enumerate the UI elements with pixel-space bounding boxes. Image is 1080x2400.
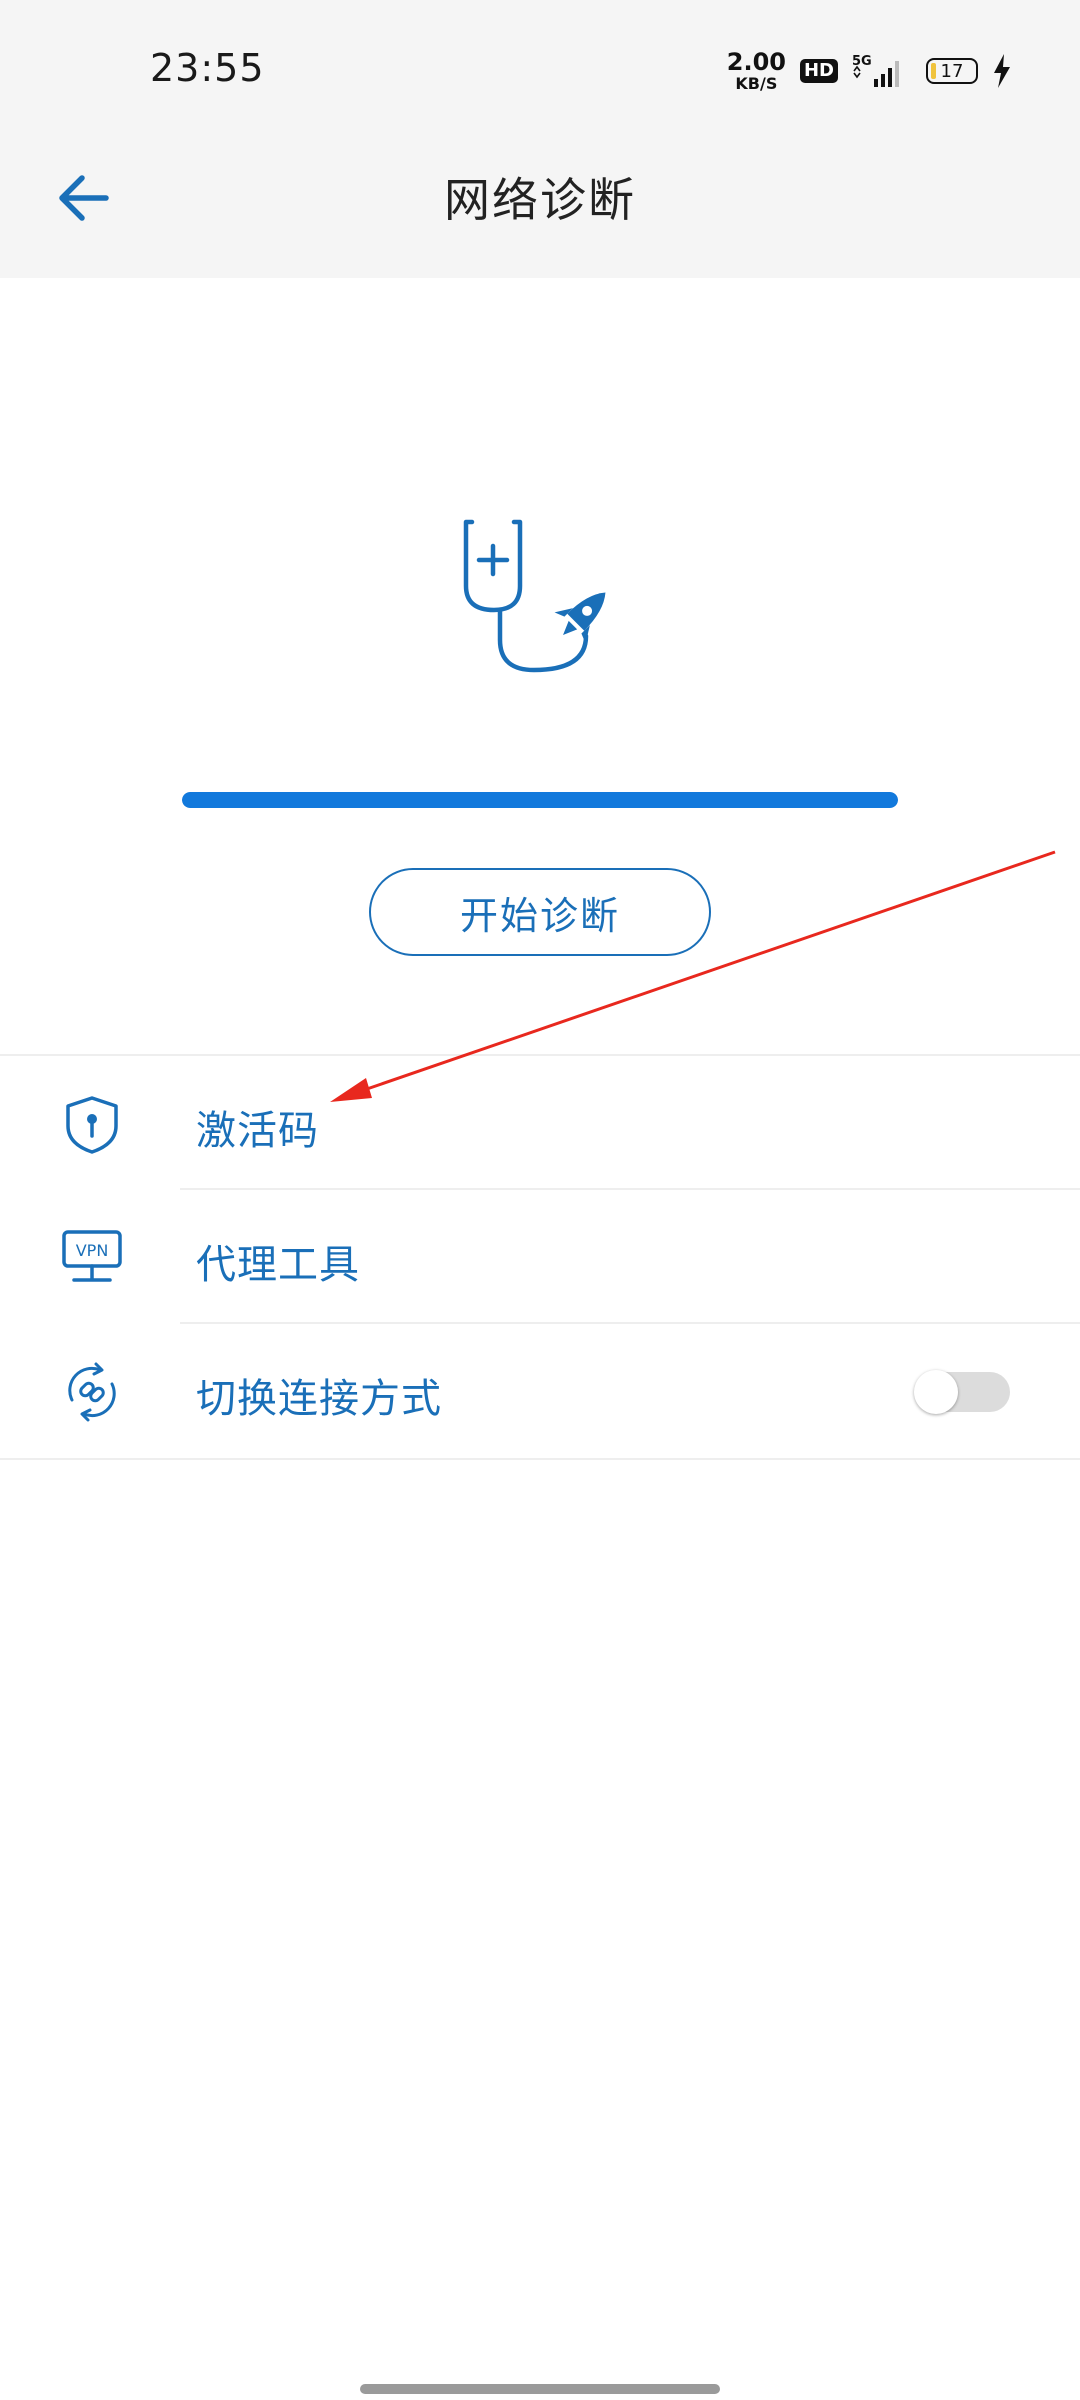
- status-bar: 23:55 2.00 KB/S HD 5G 17: [0, 0, 1080, 140]
- status-icons: 2.00 KB/S HD 5G 17: [727, 48, 1012, 94]
- signal-icon: 5G: [852, 54, 899, 87]
- toggle-knob: [914, 1370, 958, 1414]
- network-speed-value: 2.00: [726, 48, 786, 76]
- list-item-proxy-tool[interactable]: VPN 代理工具: [0, 1190, 1080, 1324]
- diagnosis-progress-bar: [182, 792, 898, 808]
- list-item-switch-connection[interactable]: 切换连接方式: [0, 1324, 1080, 1458]
- list-item-label: 激活码: [196, 1108, 319, 1154]
- status-time: 23:55: [150, 46, 265, 90]
- network-speed: 2.00 KB/S: [727, 50, 786, 92]
- diagnosis-progress-fill: [182, 792, 898, 808]
- page-title: 网络诊断: [444, 173, 636, 227]
- title-bar: 网络诊断: [0, 140, 1080, 278]
- list-item-activation-code[interactable]: 激活码: [0, 1056, 1080, 1190]
- start-diagnosis-button[interactable]: 开始诊断: [369, 868, 711, 956]
- battery-indicator: 17: [926, 58, 978, 84]
- home-gesture-bar[interactable]: [360, 2384, 720, 2394]
- link-switch-icon: [68, 1362, 116, 1422]
- network-type-label: 5G: [852, 54, 872, 69]
- battery-level: 17: [940, 60, 964, 82]
- hd-badge: HD: [799, 59, 838, 83]
- list-item-label: 切换连接方式: [196, 1376, 442, 1422]
- list-item-label: 代理工具: [196, 1242, 360, 1288]
- network-speed-unit: KB/S: [735, 74, 778, 93]
- screen: 23:55 2.00 KB/S HD 5G 17 网络诊断 开始诊断 激活码 V…: [0, 0, 1080, 2400]
- charging-icon: [994, 54, 1010, 88]
- stethoscope-rocket-icon: [463, 519, 606, 673]
- vpn-icon: VPN: [62, 1230, 122, 1282]
- settings-list: 激活码 VPN 代理工具 切换连接方式: [0, 1054, 1080, 1460]
- battery-fill: [931, 63, 936, 79]
- connection-mode-toggle[interactable]: [914, 1370, 1010, 1414]
- svg-text:VPN: VPN: [76, 1241, 109, 1260]
- shield-key-icon: [66, 1096, 118, 1154]
